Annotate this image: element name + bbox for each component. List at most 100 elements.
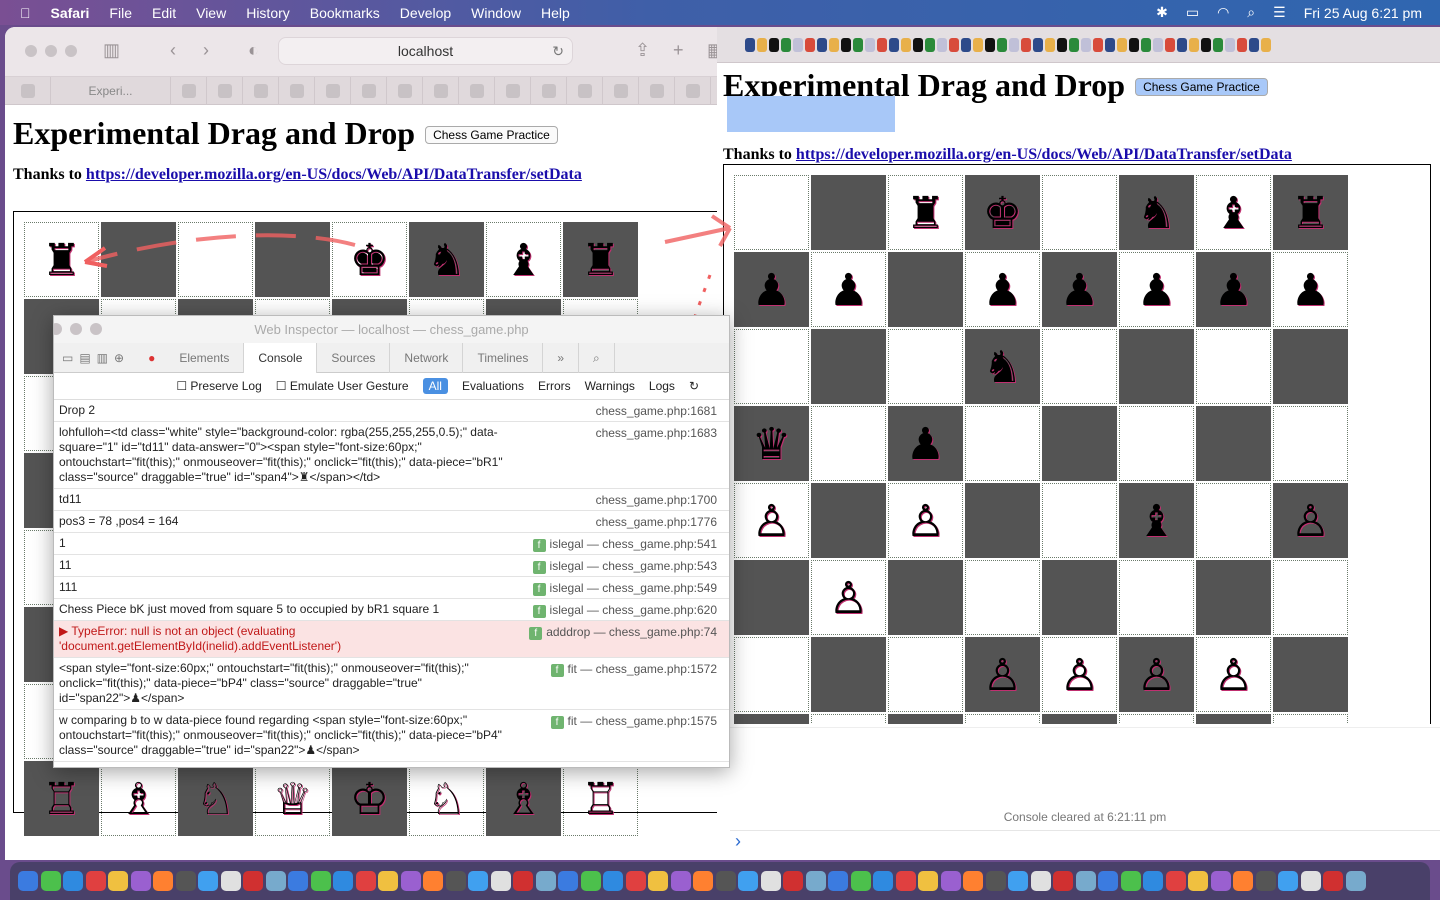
dock-app-icon[interactable]	[1008, 871, 1028, 891]
dock-app-icon[interactable]	[1278, 871, 1298, 891]
dock-app-icon[interactable]	[243, 871, 263, 891]
message-source[interactable]: f islegal — chess_game.php:541	[532, 537, 717, 552]
filter-logs[interactable]: Logs	[649, 379, 675, 393]
search-icon[interactable]: ⌕	[579, 342, 615, 373]
message-source[interactable]: f islegal — chess_game.php:543	[532, 559, 717, 574]
dock-app-icon[interactable]	[783, 871, 803, 891]
console-message[interactable]: Drop 2 chess_game.php:1681	[54, 400, 729, 422]
dock-layout-icons[interactable]: ▭▤▥⊕	[54, 351, 138, 365]
message-source[interactable]: f islegal — chess_game.php:620	[532, 603, 717, 618]
dock-app-icon[interactable]	[378, 871, 398, 891]
console-message[interactable]: 1 f islegal — chess_game.php:541	[54, 533, 729, 555]
dock-app-icon[interactable]	[513, 871, 533, 891]
filter-evaluations[interactable]: Evaluations	[462, 379, 524, 393]
source-location[interactable]: chess_game.php:541	[602, 537, 717, 551]
source-location[interactable]: chess_game.php:1681	[596, 404, 717, 418]
dock-app-icon[interactable]	[1300, 871, 1321, 891]
dock-app-icon[interactable]	[85, 871, 106, 891]
dock-app-icon[interactable]	[828, 871, 848, 891]
console-message[interactable]: w comparing b to w data-piece found rega…	[54, 710, 729, 762]
tab-sources[interactable]: Sources	[317, 342, 391, 373]
message-source[interactable]: chess_game.php:1700	[596, 493, 717, 508]
source-location[interactable]: chess_game.php:1700	[596, 493, 717, 507]
message-source[interactable]: f fit — chess_game.php:1575	[550, 714, 717, 729]
console-message[interactable]: td11 chess_game.php:1700	[54, 489, 729, 511]
dock-app-icon[interactable]	[423, 871, 443, 891]
dock-app-icon[interactable]	[625, 871, 646, 891]
dock-app-icon[interactable]	[693, 871, 713, 891]
dock-app-icon[interactable]	[265, 871, 286, 891]
dock-app-icon[interactable]	[1255, 871, 1276, 891]
dock-app-icon[interactable]	[1120, 871, 1141, 891]
dock-app-icon[interactable]	[1030, 871, 1051, 891]
source-location[interactable]: chess_game.php:1572	[596, 662, 717, 676]
dock-app-icon[interactable]	[1188, 871, 1208, 891]
dock-app-icon[interactable]	[1323, 871, 1343, 891]
source-location[interactable]: chess_game.php:549	[602, 581, 717, 595]
dock-app-icon[interactable]	[355, 871, 376, 891]
dock-app-icon[interactable]	[1143, 871, 1163, 891]
dock-app-icon[interactable]	[895, 871, 916, 891]
dock-app-icon[interactable]	[603, 871, 623, 891]
dock-app-icon[interactable]	[1345, 871, 1366, 891]
dock-app-icon[interactable]	[445, 871, 466, 891]
dock-app-icon[interactable]	[648, 871, 668, 891]
dock-app-icon[interactable]	[490, 871, 511, 891]
dock-app-icon[interactable]	[760, 871, 781, 891]
dock-app-icon[interactable]	[940, 871, 961, 891]
console-message[interactable]: ▶ TypeError: null is not an object (eval…	[54, 621, 729, 658]
source-location[interactable]: chess_game.php:74	[609, 625, 717, 639]
console-message[interactable]: pos3 = 78 ,pos4 = 164 chess_game.php:1776	[54, 511, 729, 533]
clear-console-icon[interactable]: ↻	[689, 379, 699, 393]
dock-app-icon[interactable]	[400, 871, 421, 891]
message-source[interactable]: chess_game.php:1683	[596, 426, 717, 441]
dock-app-icon[interactable]	[108, 871, 128, 891]
tab-elements[interactable]: Elements	[165, 342, 245, 373]
dock-app-icon[interactable]	[1053, 871, 1073, 891]
dock-app-icon[interactable]	[333, 871, 353, 891]
dock-app-icon[interactable]	[715, 871, 736, 891]
dock-app-icon[interactable]	[918, 871, 938, 891]
dock-app-icon[interactable]	[40, 871, 61, 891]
dock-app-icon[interactable]	[1165, 871, 1186, 891]
tab-timelines[interactable]: Timelines	[463, 342, 544, 373]
source-location[interactable]: chess_game.php:543	[602, 559, 717, 573]
source-location[interactable]: chess_game.php:620	[602, 603, 717, 617]
source-location[interactable]: chess_game.php:1683	[596, 426, 717, 440]
dock-app-icon[interactable]	[288, 871, 308, 891]
dock-app-icon[interactable]	[535, 871, 556, 891]
dock-app-icon[interactable]	[468, 871, 488, 891]
more-tabs-icon[interactable]: »	[543, 342, 580, 373]
console-message[interactable]: 11 f islegal — chess_game.php:543	[54, 555, 729, 577]
dock-app-icon[interactable]	[1233, 871, 1253, 891]
dock-app-icon[interactable]	[63, 871, 83, 891]
dock-app-icon[interactable]	[1075, 871, 1096, 891]
dock-app-icon[interactable]	[580, 871, 601, 891]
dock-app-icon[interactable]	[805, 871, 826, 891]
dock-app-icon[interactable]	[198, 871, 218, 891]
dock-app-icon[interactable]	[738, 871, 758, 891]
dock-app-icon[interactable]	[310, 871, 331, 891]
tab-console[interactable]: Console	[244, 342, 318, 373]
dock-app-icon[interactable]	[558, 871, 578, 891]
dock-app-icon[interactable]	[220, 871, 241, 891]
console-message[interactable]: <span style="font-size:60px;" ontouchsta…	[54, 658, 729, 710]
dock-app-icon[interactable]	[1210, 871, 1231, 891]
console-message[interactable]: Chess Piece bK just moved from square 5 …	[54, 599, 729, 621]
console-message[interactable]: lohfulloh=<td class="white" style="backg…	[54, 422, 729, 489]
filter-warnings[interactable]: Warnings	[585, 379, 635, 393]
console-message[interactable]: 111 f islegal — chess_game.php:549	[54, 577, 729, 599]
dock-app-icon[interactable]	[873, 871, 893, 891]
message-source[interactable]: f adddrop — chess_game.php:74	[529, 625, 717, 640]
dock-app-icon[interactable]	[18, 871, 38, 891]
emulate-user-gesture-checkbox[interactable]: ☐ Emulate User Gesture	[276, 379, 409, 393]
dock-app-icon[interactable]	[985, 871, 1006, 891]
message-source[interactable]: chess_game.php:1681	[596, 404, 717, 419]
dock-app-icon[interactable]	[175, 871, 196, 891]
dock-app-icon[interactable]	[670, 871, 691, 891]
message-source[interactable]: f islegal — chess_game.php:549	[532, 581, 717, 596]
tab-network[interactable]: Network	[390, 342, 464, 373]
dock-app-icon[interactable]	[1098, 871, 1118, 891]
dock-app-icon[interactable]	[963, 871, 983, 891]
message-source[interactable]: f fit — chess_game.php:1572	[550, 662, 717, 677]
